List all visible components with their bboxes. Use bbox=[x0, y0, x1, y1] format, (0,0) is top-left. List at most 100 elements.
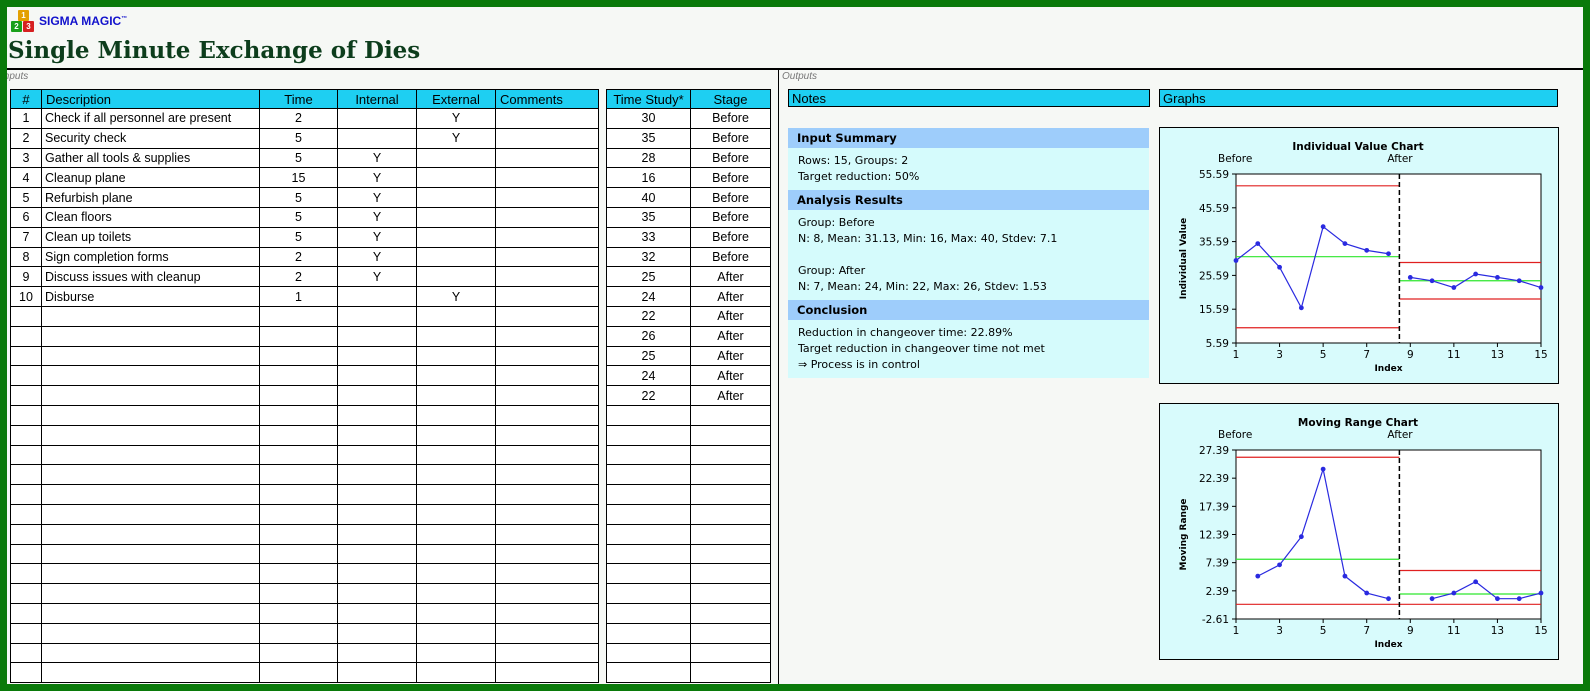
time-cell[interactable]: 5 bbox=[259, 206, 338, 228]
stage-cell[interactable] bbox=[690, 424, 771, 446]
stage-cell[interactable]: Before bbox=[690, 167, 771, 189]
time-study-cell[interactable]: 16 bbox=[606, 167, 691, 189]
description-cell[interactable] bbox=[41, 484, 260, 505]
internal-cell[interactable]: Y bbox=[337, 206, 417, 228]
time-study-cell[interactable]: 35 bbox=[606, 127, 691, 149]
row-number[interactable]: 4 bbox=[10, 167, 42, 189]
time-study-cell[interactable] bbox=[606, 543, 691, 565]
time-study-cell[interactable] bbox=[606, 503, 691, 525]
time-cell[interactable] bbox=[259, 464, 338, 486]
row-number[interactable] bbox=[10, 484, 42, 505]
stage-cell[interactable] bbox=[690, 503, 771, 525]
time-study-cell[interactable]: 25 bbox=[606, 266, 691, 288]
col-header-number[interactable]: # bbox=[10, 89, 42, 109]
external-cell[interactable]: Y bbox=[416, 108, 496, 129]
internal-cell[interactable] bbox=[337, 484, 417, 505]
internal-cell[interactable]: Y bbox=[337, 246, 417, 268]
stage-cell[interactable] bbox=[690, 543, 771, 565]
description-cell[interactable] bbox=[41, 543, 260, 565]
internal-cell[interactable] bbox=[337, 325, 417, 347]
description-cell[interactable] bbox=[41, 444, 260, 466]
external-cell[interactable] bbox=[416, 305, 496, 327]
internal-cell[interactable]: Y bbox=[337, 226, 417, 248]
description-cell[interactable] bbox=[41, 345, 260, 367]
time-study-cell[interactable]: 30 bbox=[606, 108, 691, 129]
time-cell[interactable]: 5 bbox=[259, 127, 338, 149]
comments-cell[interactable] bbox=[495, 325, 599, 347]
external-cell[interactable]: Y bbox=[416, 286, 496, 307]
internal-cell[interactable] bbox=[337, 365, 417, 387]
comments-cell[interactable] bbox=[495, 226, 599, 248]
stage-cell[interactable]: Before bbox=[690, 187, 771, 208]
col-header-internal[interactable]: Internal bbox=[337, 89, 417, 109]
comments-cell[interactable] bbox=[495, 127, 599, 149]
time-study-cell[interactable] bbox=[606, 404, 691, 426]
time-study-cell[interactable]: 25 bbox=[606, 345, 691, 367]
stage-cell[interactable] bbox=[690, 662, 771, 684]
internal-cell[interactable]: Y bbox=[337, 147, 417, 169]
external-cell[interactable] bbox=[416, 206, 496, 228]
stage-cell[interactable]: Before bbox=[690, 127, 771, 149]
time-study-cell[interactable] bbox=[606, 523, 691, 545]
comments-cell[interactable] bbox=[495, 503, 599, 525]
row-number[interactable] bbox=[10, 583, 42, 604]
comments-cell[interactable] bbox=[495, 642, 599, 664]
external-cell[interactable] bbox=[416, 345, 496, 367]
comments-cell[interactable] bbox=[495, 365, 599, 387]
time-cell[interactable] bbox=[259, 345, 338, 367]
stage-cell[interactable]: Before bbox=[690, 226, 771, 248]
time-study-cell[interactable] bbox=[606, 662, 691, 684]
time-cell[interactable] bbox=[259, 424, 338, 446]
time-study-cell[interactable] bbox=[606, 642, 691, 664]
internal-cell[interactable] bbox=[337, 444, 417, 466]
description-cell[interactable] bbox=[41, 523, 260, 545]
time-cell[interactable] bbox=[259, 543, 338, 565]
comments-cell[interactable] bbox=[495, 147, 599, 169]
stage-cell[interactable]: After bbox=[690, 345, 771, 367]
row-number[interactable]: 8 bbox=[10, 246, 42, 268]
time-cell[interactable]: 5 bbox=[259, 226, 338, 248]
time-study-cell[interactable]: 33 bbox=[606, 226, 691, 248]
comments-cell[interactable] bbox=[495, 286, 599, 307]
description-cell[interactable] bbox=[41, 464, 260, 486]
col-header-description[interactable]: Description bbox=[41, 89, 260, 109]
time-study-cell[interactable] bbox=[606, 622, 691, 644]
description-cell[interactable] bbox=[41, 583, 260, 604]
internal-cell[interactable] bbox=[337, 642, 417, 664]
time-study-cell[interactable]: 32 bbox=[606, 246, 691, 268]
row-number[interactable]: 10 bbox=[10, 286, 42, 307]
row-number[interactable] bbox=[10, 365, 42, 387]
internal-cell[interactable] bbox=[337, 404, 417, 426]
external-cell[interactable] bbox=[416, 266, 496, 288]
stage-cell[interactable]: Before bbox=[690, 206, 771, 228]
row-number[interactable] bbox=[10, 345, 42, 367]
row-number[interactable]: 1 bbox=[10, 108, 42, 129]
row-number[interactable] bbox=[10, 563, 42, 585]
description-cell[interactable] bbox=[41, 602, 260, 624]
internal-cell[interactable] bbox=[337, 602, 417, 624]
internal-cell[interactable] bbox=[337, 523, 417, 545]
description-cell[interactable]: Clean floors bbox=[41, 206, 260, 228]
stage-cell[interactable] bbox=[690, 602, 771, 624]
external-cell[interactable] bbox=[416, 167, 496, 189]
comments-cell[interactable] bbox=[495, 404, 599, 426]
external-cell[interactable] bbox=[416, 563, 496, 585]
row-number[interactable] bbox=[10, 642, 42, 664]
stage-cell[interactable]: After bbox=[690, 286, 771, 307]
description-cell[interactable]: Check if all personnel are present bbox=[41, 108, 260, 129]
time-study-cell[interactable] bbox=[606, 484, 691, 505]
external-cell[interactable] bbox=[416, 662, 496, 684]
internal-cell[interactable] bbox=[337, 108, 417, 129]
stage-cell[interactable]: Before bbox=[690, 108, 771, 129]
comments-cell[interactable] bbox=[495, 206, 599, 228]
time-cell[interactable] bbox=[259, 602, 338, 624]
stage-cell[interactable]: After bbox=[690, 325, 771, 347]
external-cell[interactable] bbox=[416, 543, 496, 565]
external-cell[interactable] bbox=[416, 622, 496, 644]
internal-cell[interactable] bbox=[337, 583, 417, 604]
row-number[interactable] bbox=[10, 404, 42, 426]
time-cell[interactable] bbox=[259, 404, 338, 426]
internal-cell[interactable] bbox=[337, 662, 417, 684]
time-study-cell[interactable] bbox=[606, 444, 691, 466]
external-cell[interactable] bbox=[416, 187, 496, 208]
